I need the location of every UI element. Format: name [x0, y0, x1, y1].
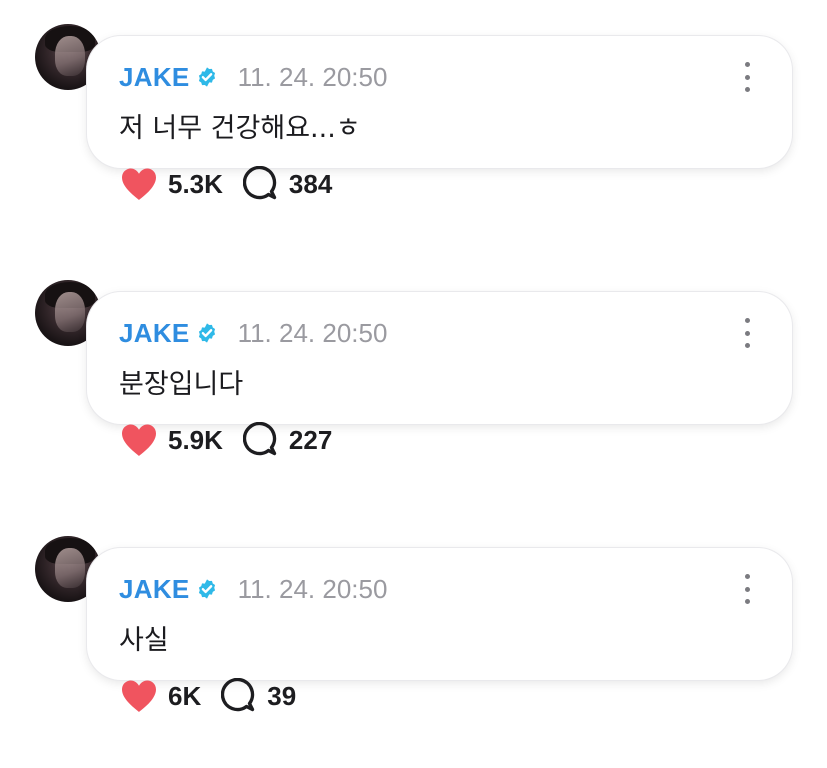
comment-button[interactable]: 227	[242, 422, 333, 458]
post-timestamp: 11. 24. 20:50	[237, 61, 388, 92]
post-meta: JAKE 11. 24. 20:50	[119, 62, 387, 92]
speech-bubble-icon	[221, 678, 255, 712]
like-button[interactable]: 6K	[120, 679, 201, 713]
post-card: JAKE 11. 24. 20:50 저 너무 건강해요...ㅎ 5.3K 38…	[0, 0, 827, 256]
comment-count: 39	[267, 680, 297, 711]
speech-bubble-icon	[242, 166, 277, 200]
author-name[interactable]: JAKE	[119, 318, 190, 349]
like-count: 5.9K	[168, 424, 223, 455]
speech-bubble-icon	[242, 422, 277, 456]
post-text: 사실	[119, 625, 169, 656]
post-stats: 6K 39	[120, 676, 296, 716]
comment-button[interactable]: 384	[242, 166, 333, 202]
heart-icon	[122, 424, 156, 456]
author-name[interactable]: JAKE	[119, 574, 190, 605]
post-timestamp: 11. 24. 20:50	[237, 317, 388, 348]
comment-button[interactable]: 39	[221, 678, 296, 714]
post-card: JAKE 11. 24. 20:50 사실 6K 39	[0, 512, 827, 768]
more-vertical-icon[interactable]	[740, 318, 754, 348]
post-bubble[interactable]: JAKE 11. 24. 20:50 저 너무 건강해요...ㅎ	[87, 36, 792, 168]
heart-icon	[122, 168, 156, 200]
comment-count: 227	[288, 424, 333, 455]
like-button[interactable]: 5.3K	[120, 167, 223, 201]
verified-badge-icon	[198, 67, 215, 87]
verified-badge-icon	[198, 579, 215, 599]
post-bubble[interactable]: JAKE 11. 24. 20:50 분장입니다	[87, 292, 792, 424]
post-text: 저 너무 건강해요...ㅎ	[119, 113, 361, 144]
more-vertical-icon[interactable]	[740, 574, 754, 604]
post-card: JAKE 11. 24. 20:50 분장입니다 5.9K 227	[0, 256, 827, 512]
post-meta: JAKE 11. 24. 20:50	[119, 318, 387, 348]
post-stats: 5.3K 384	[120, 164, 332, 204]
heart-icon	[122, 680, 156, 712]
comment-count: 384	[288, 168, 333, 199]
post-bubble[interactable]: JAKE 11. 24. 20:50 사실	[87, 548, 792, 680]
more-vertical-icon[interactable]	[740, 62, 754, 92]
post-stats: 5.9K 227	[120, 420, 332, 460]
like-count: 5.3K	[168, 168, 223, 199]
like-button[interactable]: 5.9K	[120, 423, 223, 457]
verified-badge-icon	[198, 323, 215, 343]
author-name[interactable]: JAKE	[119, 62, 190, 93]
like-count: 6K	[168, 680, 202, 711]
post-timestamp: 11. 24. 20:50	[237, 573, 388, 604]
post-text: 분장입니다	[119, 369, 244, 400]
post-meta: JAKE 11. 24. 20:50	[119, 574, 387, 604]
